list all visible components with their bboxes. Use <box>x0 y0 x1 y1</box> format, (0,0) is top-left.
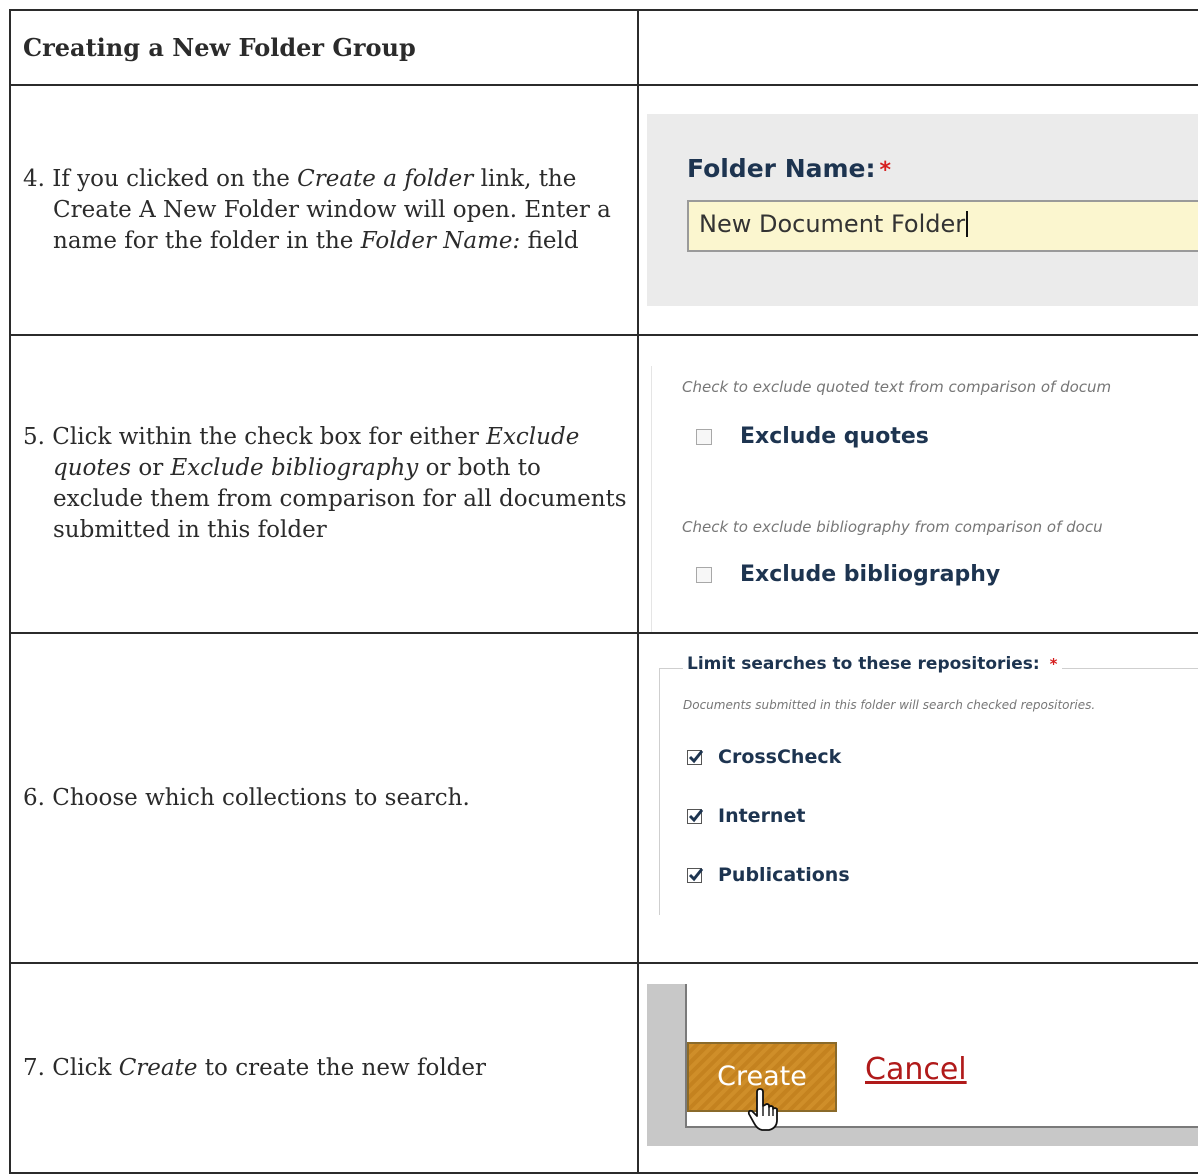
checkbox-checked-icon[interactable] <box>687 749 704 765</box>
step-7-text: 7. Click Create to create the new folder <box>9 962 639 1174</box>
required-marker: * <box>879 158 892 183</box>
header-empty-cell <box>637 9 1198 86</box>
folder-name-label: Folder Name: * <box>687 154 892 183</box>
repositories-panel: Limit searches to these repositories: * … <box>647 650 1198 916</box>
text-caret <box>966 211 969 237</box>
repository-label: Publications <box>718 864 850 886</box>
exclude-bibliography-option[interactable]: Exclude bibliography <box>696 562 1000 587</box>
hand-pointer-icon <box>747 1088 778 1131</box>
folder-name-panel: Folder Name: * New Document Folder <box>647 114 1198 306</box>
checkbox-empty-icon[interactable] <box>696 566 712 583</box>
checkbox-empty-icon[interactable] <box>696 428 712 445</box>
step-7-screenshot: Create Cancel <box>637 962 1198 1174</box>
header-row: Creating a New Folder Group <box>9 9 1198 86</box>
cancel-link[interactable]: Cancel <box>865 1052 967 1087</box>
step-4-row: 4. If you clicked on the Create a folder… <box>9 84 1198 336</box>
repository-option-internet[interactable]: Internet <box>687 805 805 827</box>
step-4-screenshot: Folder Name: * New Document Folder <box>637 84 1198 336</box>
folder-name-input[interactable]: New Document Folder <box>687 200 1198 252</box>
repository-option-publications[interactable]: Publications <box>687 864 850 886</box>
exclusion-options-panel: Check to exclude quoted text from compar… <box>651 366 1198 631</box>
exclude-quotes-hint: Check to exclude quoted text from compar… <box>682 378 1112 396</box>
step-5-screenshot: Check to exclude quoted text from compar… <box>637 334 1198 634</box>
checkbox-checked-icon[interactable] <box>687 808 704 824</box>
step-5-row: 5. Click within the check box for either… <box>9 334 1198 634</box>
exclude-quotes-option[interactable]: Exclude quotes <box>696 424 929 449</box>
repository-option-crosscheck[interactable]: CrossCheck <box>687 746 841 768</box>
repository-label: CrossCheck <box>718 746 842 768</box>
checkbox-checked-icon[interactable] <box>687 867 704 883</box>
repositories-hint: Documents submitted in this folder will … <box>683 698 1096 712</box>
create-actions-panel: Create Cancel <box>647 984 1198 1146</box>
step-6-screenshot: Limit searches to these repositories: * … <box>637 632 1198 964</box>
table-title: Creating a New Folder Group <box>9 9 639 86</box>
repositories-legend: Limit searches to these repositories: * <box>683 654 1062 674</box>
step-7-row: 7. Click Create to create the new folder… <box>9 962 1198 1174</box>
repository-label: Internet <box>718 805 806 827</box>
instruction-table: Creating a New Folder Group 4. If you cl… <box>9 9 1198 1174</box>
step-6-row: 6. Choose which collections to search. L… <box>9 632 1198 964</box>
step-6-text: 6. Choose which collections to search. <box>9 632 639 964</box>
exclude-bibliography-hint: Check to exclude bibliography from compa… <box>682 518 1103 536</box>
exclude-bibliography-label: Exclude bibliography <box>740 562 1001 587</box>
exclude-quotes-label: Exclude quotes <box>740 424 929 449</box>
step-4-text: 4. If you clicked on the Create a folder… <box>9 84 639 336</box>
required-marker: * <box>1049 655 1058 673</box>
step-5-text: 5. Click within the check box for either… <box>9 334 639 634</box>
